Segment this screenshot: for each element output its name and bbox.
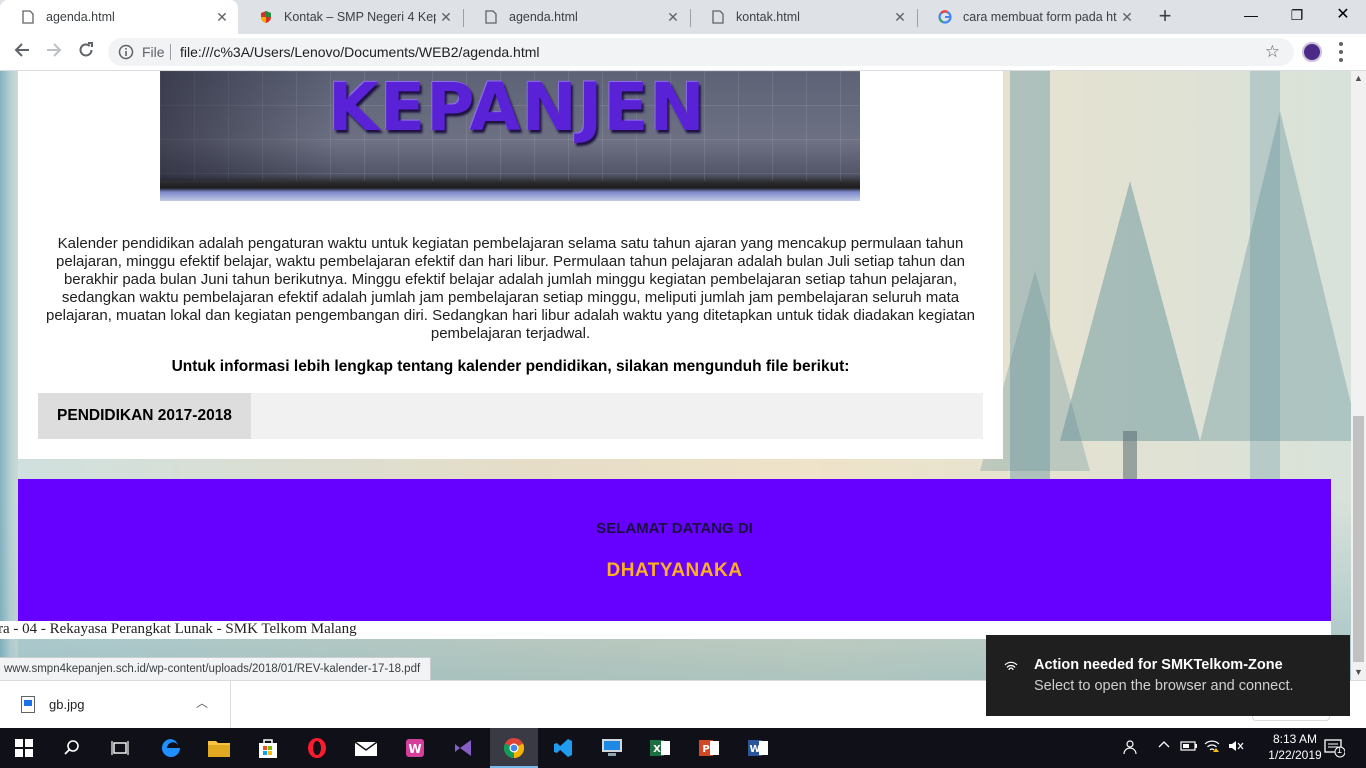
- people-icon[interactable]: [1121, 739, 1137, 758]
- tab-agenda-active[interactable]: agenda.html ✕: [0, 0, 238, 34]
- tab-title: agenda.html: [46, 10, 115, 24]
- address-bar[interactable]: File file:///c%3A/Users/Lenovo/Documents…: [108, 38, 1294, 66]
- tab-agenda-2[interactable]: agenda.html ✕: [463, 0, 689, 34]
- tab-title: cara membuat form pada html: [963, 10, 1117, 24]
- clock-date: 1/22/2019: [1268, 748, 1322, 762]
- calendar-description: Kalender pendidikan adalah pengaturan wa…: [46, 235, 975, 342]
- url-text[interactable]: file:///c%3A/Users/Lenovo/Documents/WEB2…: [180, 44, 540, 60]
- content-card: KEPANJEN Kalender pendidikan adalah peng…: [18, 71, 1003, 459]
- marquee-text: ra - 04 - Rekayasa Perangkat Lunak - SMK…: [0, 621, 357, 637]
- start-icon[interactable]: [10, 734, 38, 762]
- vscode-icon[interactable]: [549, 734, 577, 762]
- site-favicon: [258, 9, 274, 25]
- action-center-button[interactable]: 1: [1323, 736, 1346, 758]
- reload-button[interactable]: [74, 40, 98, 64]
- tab-kontak-smp[interactable]: Kontak – SMP Negeri 4 Kepanj ✕: [238, 0, 462, 34]
- excel-icon[interactable]: X: [646, 734, 674, 762]
- system-clock[interactable]: 8:13 AM 1/22/2019: [1265, 731, 1325, 763]
- back-button[interactable]: [10, 40, 34, 64]
- store-icon[interactable]: [254, 734, 282, 762]
- new-tab-button[interactable]: +: [1153, 4, 1177, 28]
- scheme-label: File: [142, 44, 165, 60]
- restore-button[interactable]: ❐: [1274, 0, 1320, 30]
- search-icon[interactable]: [58, 734, 86, 762]
- svg-text:W: W: [408, 742, 421, 756]
- svg-text:P: P: [702, 744, 709, 755]
- tab-strip: agenda.html ✕ Kontak – SMP Negeri 4 Kepa…: [0, 0, 1366, 34]
- chevron-up-icon[interactable]: ︿: [196, 694, 208, 711]
- background-tree: [1200, 111, 1351, 441]
- page-icon: [710, 9, 726, 25]
- banner-image: KEPANJEN: [160, 71, 860, 201]
- edge-icon[interactable]: [157, 734, 185, 762]
- banner-text: KEPANJEN: [328, 71, 706, 146]
- volume-muted-icon[interactable]: [1228, 739, 1244, 756]
- arrow-left-icon: [14, 43, 29, 57]
- notification-count: 1: [1337, 745, 1343, 755]
- close-icon[interactable]: ✕: [212, 9, 232, 26]
- file-explorer-icon[interactable]: [205, 734, 233, 762]
- download-info-text: Untuk informasi lebih lengkap tentang ka…: [171, 358, 850, 375]
- arrow-right-icon: [47, 43, 62, 57]
- close-icon[interactable]: ✕: [890, 9, 910, 26]
- avatar[interactable]: [1302, 42, 1322, 62]
- scroll-up-arrow-icon[interactable]: ▲: [1351, 71, 1366, 86]
- forward-button[interactable]: [42, 40, 66, 64]
- info-icon[interactable]: [118, 44, 134, 60]
- svg-text:W: W: [749, 744, 760, 755]
- footer-band: SELAMAT DATANG DI DHATYANAKA: [18, 479, 1331, 621]
- tab-google-search[interactable]: cara membuat form pada html ✕: [917, 0, 1143, 34]
- visual-studio-icon[interactable]: [450, 734, 478, 762]
- google-icon: [937, 9, 953, 25]
- close-icon[interactable]: ✕: [663, 9, 683, 26]
- tab-kontak[interactable]: kontak.html ✕: [690, 0, 916, 34]
- browser-toolbar: File file:///c%3A/Users/Lenovo/Documents…: [0, 34, 1366, 71]
- toast-title: Action needed for SMKTelkom-Zone: [1034, 657, 1283, 673]
- windows-taskbar: W X P W 8:13 AM 1/22/2019 1: [0, 728, 1366, 768]
- scroll-thumb[interactable]: [1353, 416, 1364, 662]
- download-item[interactable]: gb.jpg ︿: [0, 681, 231, 729]
- winrar-icon[interactable]: W: [401, 734, 429, 762]
- network-app-icon[interactable]: [598, 734, 626, 762]
- mail-icon[interactable]: [352, 734, 380, 762]
- download-file-name: gb.jpg: [49, 697, 85, 712]
- page-icon: [20, 9, 36, 25]
- star-icon[interactable]: ☆: [1265, 42, 1280, 62]
- tab-title: kontak.html: [736, 10, 800, 24]
- page-viewport: KEPANJEN Kalender pendidikan adalah peng…: [0, 71, 1351, 680]
- svg-text:X: X: [653, 744, 661, 755]
- wifi-icon: [1004, 661, 1018, 671]
- download-calendar-link[interactable]: PENDIDIKAN 2017-2018: [38, 393, 251, 439]
- opera-icon[interactable]: [303, 734, 331, 762]
- close-icon[interactable]: ✕: [1117, 9, 1137, 26]
- brand-text: DHATYANAKA: [606, 560, 743, 581]
- wifi-notification-toast[interactable]: Action needed for SMKTelkom-Zone Select …: [986, 635, 1350, 716]
- welcome-text: SELAMAT DATANG DI: [596, 520, 753, 537]
- tab-title: Kontak – SMP Negeri 4 Kepanj: [284, 10, 436, 24]
- chrome-icon[interactable]: [500, 734, 528, 762]
- close-icon[interactable]: ✕: [436, 9, 456, 26]
- powerpoint-icon[interactable]: P: [695, 734, 723, 762]
- word-icon[interactable]: W: [744, 734, 772, 762]
- omnibox-divider: [170, 44, 171, 60]
- task-view-icon[interactable]: [106, 734, 134, 762]
- page-icon: [483, 9, 499, 25]
- tab-title: agenda.html: [509, 10, 578, 24]
- chevron-up-icon[interactable]: [1158, 739, 1170, 754]
- clock-time: 8:13 AM: [1272, 732, 1318, 746]
- window-close-button[interactable]: ✕: [1320, 0, 1366, 30]
- menu-icon[interactable]: [1338, 42, 1344, 62]
- banner-shadow: [160, 71, 340, 181]
- status-bubble: www.smpn4kepanjen.sch.id/wp-content/uplo…: [0, 657, 432, 680]
- download-bar: PENDIDIKAN 2017-2018: [38, 393, 983, 439]
- minimize-button[interactable]: —: [1228, 0, 1274, 30]
- reload-icon: [79, 42, 93, 57]
- toast-body: Select to open the browser and connect.: [1034, 678, 1294, 694]
- scroll-down-arrow-icon[interactable]: ▼: [1351, 665, 1366, 680]
- vertical-scrollbar[interactable]: ▲ ▼: [1351, 71, 1366, 680]
- image-file-icon: [21, 696, 35, 713]
- wifi-icon[interactable]: [1204, 739, 1220, 756]
- battery-icon[interactable]: [1180, 739, 1198, 756]
